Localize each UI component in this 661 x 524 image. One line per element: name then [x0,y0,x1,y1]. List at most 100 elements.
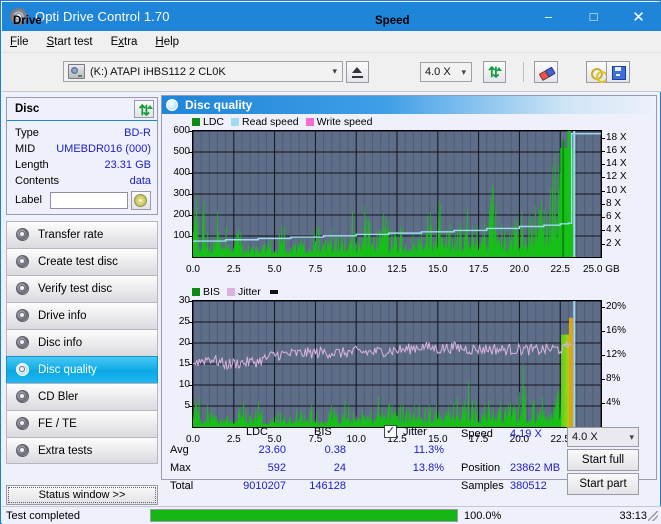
stats-speed-label: Speed [461,428,493,440]
sidebar-item-label: Disc info [38,337,83,349]
erase-button[interactable] [534,61,558,83]
refresh-button[interactable] [483,61,506,83]
test-speed-select[interactable]: 4.0 X ▾ [567,427,639,447]
legend-item: BIS [192,286,220,298]
test-speed-value: 4.0 X [572,431,598,443]
y2-tick-label: 2 X [606,237,622,249]
toolbar-divider [523,62,524,82]
y-tick-mark [189,364,192,365]
sidebar-item-verify-test-disc[interactable]: Verify test disc [6,275,158,302]
sidebar-item-label: Transfer rate [38,229,104,241]
stats-speed-value: 4.19 X [510,428,542,440]
refresh-icon [487,65,502,80]
menu-start-test[interactable]: Start test [47,36,93,48]
x-tick-label: 22.5 [550,264,570,275]
window-controls: – □ ✕ [526,2,661,31]
panel-header: Disc quality [162,96,656,114]
drive-label: Drive [13,15,42,27]
disc-row-key: Length [15,159,49,171]
legend-swatch [231,118,240,126]
start-part-button[interactable]: Start part [567,473,639,495]
disc-verify-icon [15,282,31,296]
y2-tick-label: 6 X [606,211,622,223]
stats-position-label: Position [461,462,501,474]
legend-label: Write speed [316,116,373,128]
y2-tick-mark [602,403,605,404]
y-tick-label: 300 [173,188,190,199]
sidebar-item-disc-info[interactable]: Disc info [6,329,158,356]
refresh-icon [138,103,153,117]
sidebar-nav: Transfer rate Create test disc Verify te… [6,221,158,464]
sidebar-item-drive-info[interactable]: Drive info [6,302,158,329]
menu-help[interactable]: Help [155,36,179,48]
app-window: Opti Drive Control 1.70 – □ ✕ File Start… [0,0,661,524]
jitter-checkbox[interactable]: ✓ [384,425,397,438]
bis-jitter-chart: BIS Jitter 5 10 15 20 25 30 4% 8% 12% 16% 20% 0.0 2.5… [162,284,656,445]
y-tick-mark [189,194,192,195]
sidebar-item-create-test-disc[interactable]: Create test disc [6,248,158,275]
drive-select[interactable]: (K:) ATAPI iHBS112 2 CL0K ▾ [63,61,343,82]
stats-header-ldc: LDC [246,426,269,438]
close-button[interactable]: ✕ [616,2,661,31]
save-button[interactable] [606,61,630,83]
legend-swatch [192,118,200,126]
stats-row-max-label: Max [170,462,191,474]
sidebar-item-label: Drive info [38,310,87,322]
disc-quality-icon [166,99,180,111]
speed-select[interactable]: 4.0 X ▾ [420,62,472,82]
legend-item: Write speed [305,116,373,128]
disc-row-value: BD-R [124,127,151,139]
x-tick-label: 20.0 [509,264,530,275]
eject-button[interactable] [346,61,369,83]
y-tick-label: 100 [173,230,190,241]
disc-label-key: Label [15,194,42,206]
legend-label: LDC [203,116,225,128]
speed-select-value: 4.0 X [425,66,451,78]
disc-label-browse-button[interactable] [130,190,151,210]
bis-jitter-plot-svg [193,301,601,427]
cd-disc-icon [134,193,148,207]
status-text: Test completed [6,509,80,522]
start-full-button[interactable]: Start full [567,449,639,471]
menu-extra-rest: tra [124,35,138,48]
menu-file[interactable]: File [10,36,29,48]
stats-bis-total: 146128 [309,480,346,492]
bis-jitter-plot-area [192,300,602,428]
y-tick-label: 20 [178,337,190,348]
sidebar-item-disc-quality[interactable]: Disc quality [6,356,158,383]
sidebar-item-extra-tests[interactable]: Extra tests [6,437,158,464]
disc-label-input[interactable] [49,191,128,209]
y-tick-label: 600 [173,125,190,136]
status-window-button[interactable]: Status window >> [6,485,158,505]
y2-tick-label: 18 X [606,131,627,143]
ldc-plot-area [192,130,602,258]
resize-grip[interactable] [648,511,658,521]
menu-file-rest: ile [17,35,29,48]
menu-extra[interactable]: Extra [111,36,138,48]
sidebar-item-cd-bler[interactable]: CD Bler [6,383,158,410]
x-tick-label: 10.0 [346,264,366,275]
sidebar-item-transfer-rate[interactable]: Transfer rate [6,221,158,248]
legend-marker [269,290,278,294]
x-tick-label: 2.5 [226,264,241,275]
y2-tick-mark [602,355,605,356]
disc-info-icon [15,336,31,350]
y-tick-mark [189,236,192,237]
y-tick-label: 400 [173,167,190,178]
minimize-button[interactable]: – [526,2,571,31]
menu-help-rest: elp [163,35,180,48]
sidebar-item-fe-te[interactable]: FE / TE [6,410,158,437]
y-tick-mark [189,343,192,344]
fe-te-icon [15,417,31,431]
disc-refresh-button[interactable] [134,100,154,118]
maximize-button[interactable]: □ [571,2,616,31]
disc-create-icon [15,255,31,269]
drive-select-value: (K:) ATAPI iHBS112 2 CL0K [90,65,226,78]
menu-bar: File Start test Extra Help [2,31,661,53]
x-tick-label: 12.5 [387,264,407,275]
stats-ldc-avg: 23.60 [258,444,286,456]
legend-swatch [192,288,200,296]
optical-drive-icon [68,64,85,79]
y2-tick-mark [602,203,605,205]
y2-tick-label: 8 X [606,197,622,209]
